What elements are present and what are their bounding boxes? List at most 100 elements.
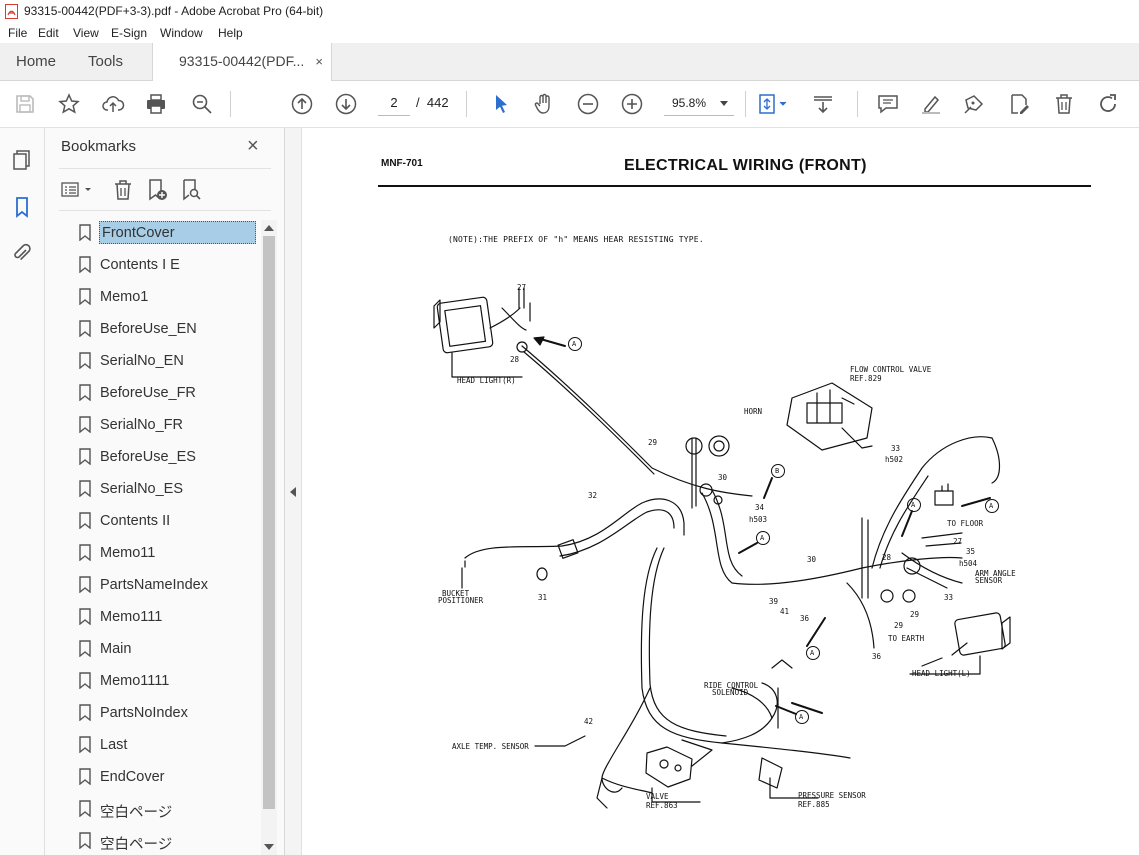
menu-window[interactable]: Window xyxy=(160,26,203,40)
bookmark-item[interactable]: Contents II xyxy=(75,508,260,536)
star-icon[interactable] xyxy=(57,92,81,116)
bookmark-item[interactable]: EndCover xyxy=(75,764,260,792)
bookmark-item[interactable]: Contents I E xyxy=(75,252,260,280)
scroll-mode-icon[interactable] xyxy=(811,92,835,116)
circle-letter-a: A xyxy=(572,340,577,348)
callout-h503: h503 xyxy=(749,515,768,524)
zoom-in-icon[interactable] xyxy=(620,92,644,116)
panel-collapse-strip[interactable] xyxy=(285,128,302,855)
tab-document[interactable]: 93315-00442(PDF... × xyxy=(152,43,332,81)
tab-tools[interactable]: Tools xyxy=(88,43,123,80)
scroll-up-icon[interactable] xyxy=(264,225,274,231)
menu-help[interactable]: Help xyxy=(218,26,243,40)
bookmark-icon xyxy=(79,768,91,785)
attachments-icon[interactable] xyxy=(11,242,33,264)
bookmark-item[interactable]: BeforeUse_EN xyxy=(75,316,260,344)
bookmark-label: Memo11 xyxy=(100,545,156,561)
label-pressure-sensor: PRESSURE SENSOR xyxy=(798,791,866,800)
bookmark-item[interactable]: Memo111 xyxy=(75,604,260,632)
bookmark-label: 空白ページ xyxy=(100,805,173,821)
document-page[interactable]: MNF-701 ELECTRICAL WIRING (FRONT) (NOTE)… xyxy=(302,128,1139,855)
next-page-icon[interactable] xyxy=(334,92,358,116)
page-number-input[interactable]: 2 xyxy=(378,91,410,116)
title-bar: 93315-00442(PDF+3-3).pdf - Adobe Acrobat… xyxy=(0,0,1139,23)
comment-icon[interactable] xyxy=(876,92,900,116)
collapse-arrow-icon[interactable] xyxy=(290,487,296,497)
bookmark-item[interactable]: SerialNo_EN xyxy=(75,348,260,376)
hand-tool-icon[interactable] xyxy=(532,92,556,116)
menu-esign[interactable]: E-Sign xyxy=(111,26,147,40)
bookmark-icon xyxy=(79,480,91,497)
fit-page-icon[interactable] xyxy=(755,92,791,116)
scroll-down-icon[interactable] xyxy=(264,844,274,850)
toolbar-separator xyxy=(745,91,746,117)
toolbar-separator xyxy=(857,91,858,117)
bookmarks-icon[interactable] xyxy=(11,196,33,218)
save-icon[interactable] xyxy=(13,92,37,116)
label-ref-829: REF.829 xyxy=(850,374,882,383)
bookmark-item[interactable]: Main xyxy=(75,636,260,664)
select-cursor-icon[interactable] xyxy=(489,92,513,116)
callout-29: 29 xyxy=(648,438,658,447)
bookmark-icon xyxy=(79,736,91,753)
edit-pdf-icon[interactable] xyxy=(1007,92,1031,116)
bookmark-item[interactable]: 空白ページ xyxy=(75,828,260,855)
label-bucket-positioner-2: POSITIONER xyxy=(438,596,484,605)
callout-32: 32 xyxy=(588,491,598,500)
label-horn: HORN xyxy=(744,407,763,416)
bookmark-icon xyxy=(79,704,91,721)
bookmark-item[interactable]: Last xyxy=(75,732,260,760)
bookmark-item[interactable]: SerialNo_FR xyxy=(75,412,260,440)
wiring-diagram xyxy=(433,287,1011,809)
page-thumbnails-icon[interactable] xyxy=(11,149,33,171)
rotate-icon[interactable] xyxy=(1096,92,1120,116)
bookmark-item[interactable]: 空白ページ xyxy=(75,796,260,824)
circle-letter-a: A xyxy=(799,713,804,721)
callout-39: 39 xyxy=(769,597,779,606)
bookmark-icon xyxy=(79,320,91,337)
bookmark-item[interactable]: PartsNameIndex xyxy=(75,572,260,600)
label-ride-control-2: SOLENOID xyxy=(712,688,749,697)
tab-close-icon[interactable]: × xyxy=(315,43,323,80)
bookmark-label: Memo1111 xyxy=(100,673,170,689)
cloud-upload-icon[interactable] xyxy=(101,92,125,116)
menu-view[interactable]: View xyxy=(73,26,99,40)
zoom-search-icon[interactable] xyxy=(190,92,214,116)
bookmark-scrollbar[interactable] xyxy=(261,220,277,855)
bookmark-item[interactable]: FrontCover xyxy=(75,220,260,248)
sign-pen-icon[interactable] xyxy=(962,92,986,116)
bookmark-options-icon[interactable] xyxy=(61,178,95,202)
close-icon[interactable]: × xyxy=(247,135,259,158)
zoom-out-icon[interactable] xyxy=(576,92,600,116)
bookmark-item[interactable]: Memo1111 xyxy=(75,668,260,696)
toolbar: 2 / 442 95.8% xyxy=(0,81,1139,128)
circle-letter-a: A xyxy=(760,534,765,542)
bookmark-label: SerialNo_FR xyxy=(100,417,183,433)
bookmark-item[interactable]: PartsNoIndex xyxy=(75,700,260,728)
callout-29b: 29 xyxy=(910,610,920,619)
print-icon[interactable] xyxy=(144,92,168,116)
chevron-down-icon xyxy=(720,101,728,106)
callout-29c: 29 xyxy=(894,621,904,630)
bookmark-item[interactable]: SerialNo_ES xyxy=(75,476,260,504)
zoom-level-select[interactable]: 95.8% xyxy=(664,91,734,116)
menu-edit[interactable]: Edit xyxy=(38,26,59,40)
bookmark-item[interactable]: Memo1 xyxy=(75,284,260,312)
bookmark-label: SerialNo_ES xyxy=(100,481,184,497)
new-bookmark-icon[interactable] xyxy=(145,178,169,202)
find-bookmark-icon[interactable] xyxy=(179,178,203,202)
bookmark-label: FrontCover xyxy=(99,221,256,244)
bookmark-icon xyxy=(79,448,91,465)
scrollbar-thumb[interactable] xyxy=(263,236,275,809)
bookmark-item[interactable]: BeforeUse_FR xyxy=(75,380,260,408)
bookmark-item[interactable]: Memo11 xyxy=(75,540,260,568)
menu-file[interactable]: File xyxy=(8,26,27,40)
label-flow-control-valve: FLOW CONTROL VALVE xyxy=(850,365,932,374)
callout-28: 28 xyxy=(510,355,520,364)
bookmark-item[interactable]: BeforeUse_ES xyxy=(75,444,260,472)
previous-page-icon[interactable] xyxy=(290,92,314,116)
highlight-pen-icon[interactable] xyxy=(919,92,943,116)
delete-bookmark-icon[interactable] xyxy=(111,178,135,202)
tab-home[interactable]: Home xyxy=(16,43,56,80)
delete-icon[interactable] xyxy=(1052,92,1076,116)
